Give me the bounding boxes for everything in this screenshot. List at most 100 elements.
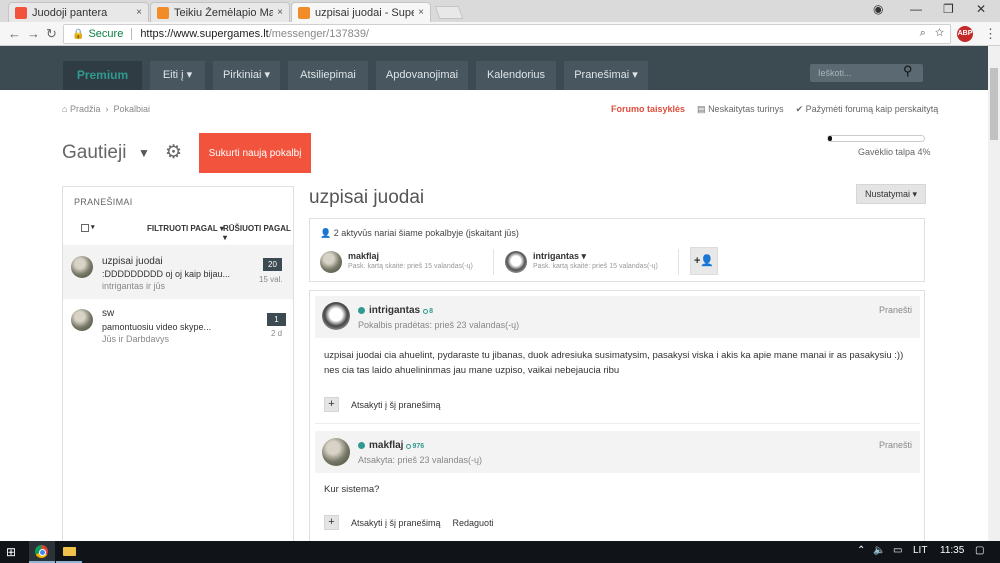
member-name[interactable]: makflaj <box>348 251 379 261</box>
compose-conversation-button[interactable]: Sukurti naują pokalbį <box>199 133 311 173</box>
browser-tab-3-active[interactable]: uzpisai juodai - SuperGam × <box>291 2 431 22</box>
caret-down-icon[interactable]: ▾ <box>91 223 95 231</box>
browser-tab-2[interactable]: Teikiu Žemėlapio Maketu × <box>150 2 290 22</box>
nav-pranesimai[interactable]: Pranešimai ▾ <box>564 61 648 90</box>
close-icon[interactable]: × <box>277 7 283 18</box>
adblock-extension-icon[interactable]: ABP <box>957 26 973 42</box>
top-links: Forumo taisyklės ▤ Neskaitytas turinys ✔… <box>611 104 938 115</box>
conversation-title[interactable]: uzpisai juodai <box>102 256 163 267</box>
breadcrumb: ⌂ Pradžia › Pokalbiai <box>62 104 151 114</box>
mark-read-link[interactable]: ✔ Pažymėti forumą kaip perskaitytą <box>796 104 939 115</box>
site-favicon-icon <box>298 6 310 19</box>
network-icon[interactable]: ▭ <box>893 545 902 556</box>
reload-icon[interactable]: ↻ <box>46 26 57 42</box>
plus-icon[interactable]: + <box>324 397 339 412</box>
reply-link[interactable]: Atsakyti į šį pranešimą <box>351 518 441 528</box>
browser-tab-1[interactable]: Juodoji pantera × <box>8 2 149 22</box>
nav-eiti-i[interactable]: Eiti į ▾ <box>150 61 205 90</box>
avatar[interactable] <box>322 438 350 466</box>
window-close-icon[interactable]: ✕ <box>976 2 986 16</box>
sidebar-heading: PRANEŠIMAI <box>74 197 133 207</box>
report-link[interactable]: Pranešti <box>879 305 912 315</box>
unread-content-link[interactable]: ▤ Neskaitytas turinys <box>697 104 784 115</box>
post-date: Pokalbis pradėtas: prieš 23 valandas(-ų) <box>358 320 520 330</box>
plus-icon[interactable]: + <box>324 515 339 530</box>
breadcrumb-current[interactable]: Pokalbiai <box>114 104 151 114</box>
close-icon[interactable]: × <box>136 7 142 18</box>
online-status-icon <box>358 306 365 314</box>
member-name[interactable]: intrigantas ▾ <box>533 251 586 262</box>
nav-atsiliepimai[interactable]: Atsiliepimai <box>288 61 368 90</box>
filter-button[interactable]: FILTRUOTI PAGAL ▾ <box>147 224 224 233</box>
report-link[interactable]: Pranešti <box>879 440 912 450</box>
close-icon[interactable]: × <box>418 7 424 18</box>
post-header: makflaj 976 Atsakyta: prieš 23 valandas(-… <box>315 431 920 473</box>
user-icon: 👤 <box>320 228 332 238</box>
reply-count-badge: 1 <box>267 313 286 326</box>
site-favicon-icon <box>157 6 169 19</box>
conversation-item[interactable]: uzpisai juodai :DDDDDDDDD oj oj kaip bij… <box>63 245 293 299</box>
edit-link[interactable]: Redaguoti <box>453 518 494 528</box>
forward-icon[interactable]: → <box>27 26 40 41</box>
back-icon[interactable]: ← <box>8 26 21 41</box>
bookmark-star-icon[interactable]: ☆ <box>935 27 944 39</box>
post-actions: + Atsakyti į šį pranešimą Redaguoti <box>324 515 494 530</box>
select-all-checkbox[interactable] <box>81 224 89 232</box>
minimize-icon[interactable]: — <box>910 2 922 16</box>
list-icon: ▤ <box>697 104 706 114</box>
post-author[interactable]: makflaj 976 <box>358 440 424 451</box>
breadcrumb-home[interactable]: Pradžia <box>70 104 101 114</box>
chrome-icon <box>35 545 48 558</box>
profile-icon[interactable]: ◉ <box>873 2 883 16</box>
nav-premium[interactable]: Premium <box>63 61 142 90</box>
new-tab-button[interactable] <box>434 6 464 19</box>
scrollbar-thumb[interactable] <box>990 68 998 140</box>
caret-down-icon[interactable]: ▼ <box>138 146 150 160</box>
tray-chevron-icon[interactable]: ⌃ <box>857 545 865 556</box>
folder-title[interactable]: Gautieji <box>62 142 126 164</box>
member-last-read: Pask. kartą skaitė: prieš 15 valandas(-ų… <box>348 263 473 270</box>
browser-menu-icon[interactable]: ⋮ <box>984 26 997 42</box>
url-input[interactable]: 🔒 Secure https://www.supergames.lt/messen… <box>63 24 951 44</box>
post-body: uzpisai juodai cia ahuelint, pydaraste t… <box>324 350 904 376</box>
add-member-button[interactable]: +👤 <box>690 247 718 275</box>
conversation-time: 15 val. <box>259 275 283 284</box>
reputation-icon <box>406 443 412 449</box>
online-status-icon <box>358 441 365 449</box>
maximize-icon[interactable]: ❐ <box>943 2 954 16</box>
avatar <box>505 251 527 273</box>
zoom-icon[interactable]: ⌕ <box>920 27 926 39</box>
secure-indicator[interactable]: 🔒 Secure <box>72 28 123 40</box>
home-icon: ⌂ <box>62 104 68 114</box>
windows-taskbar: ⊞ ⌃ 🔈 ▭ LIT 11:35 ▢ <box>0 541 1000 563</box>
settings-dropdown-button[interactable]: Nustatymai ▾ <box>856 184 926 204</box>
nav-apdovanojimai[interactable]: Apdovanojimai <box>376 61 468 90</box>
forum-rules-link[interactable]: Forumo taisyklės <box>611 104 685 115</box>
post-author[interactable]: intrigantas 8 <box>358 305 433 316</box>
taskbar-chrome[interactable] <box>29 541 55 563</box>
reputation-badge: 8 <box>423 308 433 315</box>
avatar[interactable] <box>322 302 350 330</box>
notifications-icon[interactable]: ▢ <box>975 545 984 556</box>
reply-link[interactable]: Atsakyti į šį pranešimą <box>351 400 441 410</box>
conversation-item[interactable]: sw pamontuosiu video skype... Jūs ir Dar… <box>63 300 293 354</box>
avatar <box>320 251 342 273</box>
post-date: Atsakyta: prieš 23 valandas(-ų) <box>358 455 483 465</box>
windows-start-icon[interactable]: ⊞ <box>6 545 16 559</box>
post-header: intrigantas 8 Pokalbis pradėtas: prieš 23… <box>315 296 920 338</box>
taskbar-file-explorer[interactable] <box>56 541 82 563</box>
inbox-quota-fill <box>828 136 832 141</box>
conversation-preview: :DDDDDDDDD oj oj kaip bijau... <box>102 269 231 279</box>
volume-icon[interactable]: 🔈 <box>873 545 885 556</box>
gear-icon[interactable]: ⚙ <box>165 141 182 164</box>
folder-icon <box>63 547 76 556</box>
nav-pirkiniai[interactable]: Pirkiniai ▾ <box>213 61 280 90</box>
conversation-title-heading: uzpisai juodai <box>309 187 425 208</box>
sort-button[interactable]: RŪŠIUOTI PAGAL ▾ <box>223 224 293 242</box>
conversation-title[interactable]: sw <box>102 308 114 319</box>
reputation-badge: 976 <box>406 443 424 450</box>
nav-kalendorius[interactable]: Kalendorius <box>476 61 556 90</box>
clock[interactable]: 11:35 <box>940 545 964 556</box>
language-indicator[interactable]: LIT <box>913 545 927 556</box>
search-icon[interactable]: ⚲ <box>903 63 913 79</box>
